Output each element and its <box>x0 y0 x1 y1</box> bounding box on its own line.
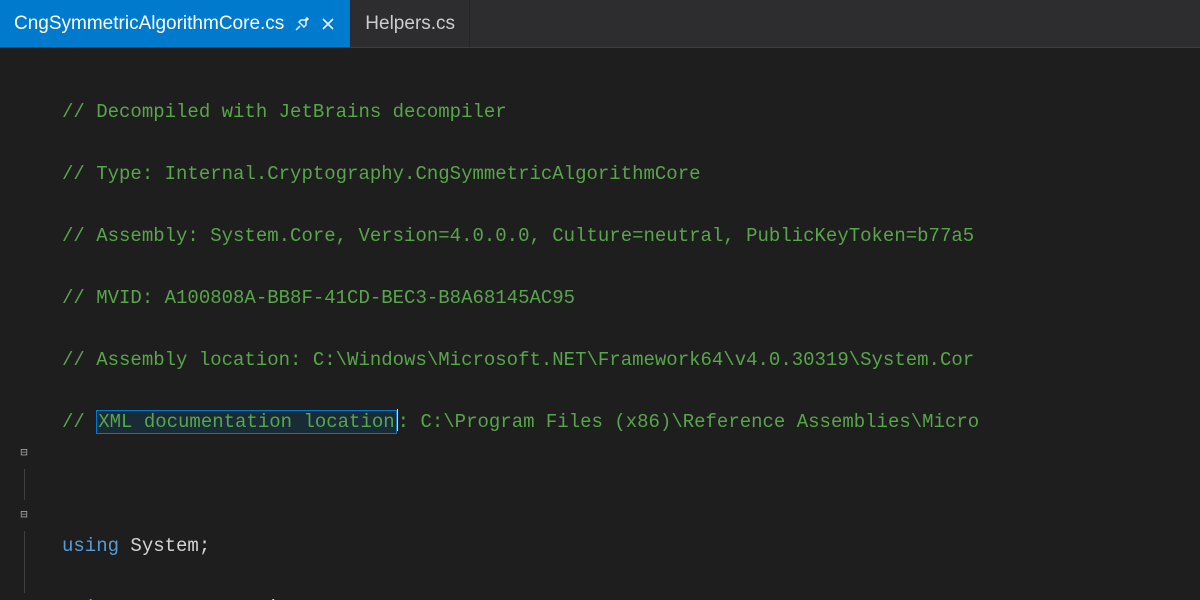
tab-inactive[interactable]: Helpers.cs <box>351 0 470 47</box>
punct: ; <box>199 535 210 557</box>
comment-line: // Type: Internal.Cryptography.CngSymmet… <box>62 163 701 185</box>
fold-toggle[interactable]: ⊟ <box>0 500 48 531</box>
tab-label: Helpers.cs <box>365 13 455 35</box>
comment-line: // MVID: A100808A-BB8F-41CD-BEC3-B8A6814… <box>62 287 575 309</box>
code-area[interactable]: // Decompiled with JetBrains decompiler … <box>48 48 1200 600</box>
comment-prefix: // <box>62 411 96 433</box>
gutter: ⊟ ⊟ <box>0 48 48 600</box>
tab-label: CngSymmetricAlgorithmCore.cs <box>14 13 284 35</box>
comment-suffix: : C:\Program Files (x86)\Reference Assem… <box>398 411 980 433</box>
tab-bar: CngSymmetricAlgorithmCore.cs Helpers.cs <box>0 0 1200 48</box>
keyword: using <box>62 535 119 557</box>
code-editor[interactable]: ⊟ ⊟ // Decompiled with JetBrains decompi… <box>0 48 1200 600</box>
comment-line: // Assembly: System.Core, Version=4.0.0.… <box>62 225 974 247</box>
namespace: System <box>130 535 198 557</box>
fold-toggle[interactable]: ⊟ <box>0 438 48 469</box>
comment-line: // Assembly location: C:\Windows\Microso… <box>62 349 974 371</box>
tab-active[interactable]: CngSymmetricAlgorithmCore.cs <box>0 0 351 47</box>
comment-line: // Decompiled with JetBrains decompiler <box>62 101 507 123</box>
close-icon[interactable] <box>320 16 336 32</box>
selected-text: XML documentation location <box>96 410 396 434</box>
pin-icon[interactable] <box>294 16 310 32</box>
